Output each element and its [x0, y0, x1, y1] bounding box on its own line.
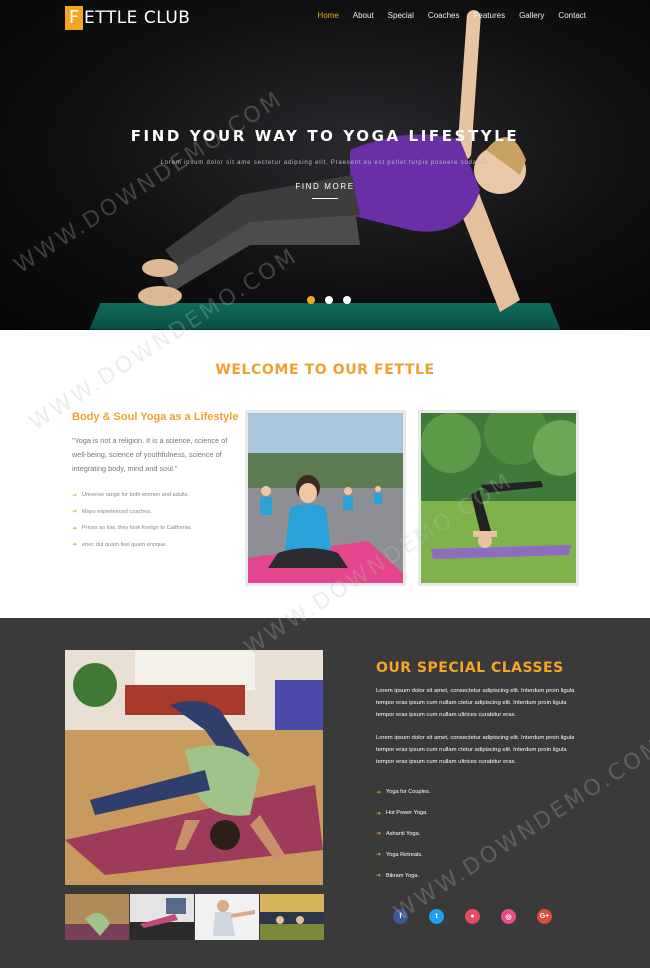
site-logo[interactable]: F ETTLE CLUB: [65, 6, 190, 30]
list-item: ➜ Mayo experienced coaches.: [72, 508, 152, 516]
yoga-class-photo: [245, 410, 406, 586]
dribbble-icon[interactable]: ●: [465, 909, 480, 924]
arrow-right-icon: ➜: [72, 492, 78, 499]
special-paragraph: Lorem ipsum dolor sit amet, consectetur …: [376, 688, 575, 718]
special-title: OUR SPECIAL CLASSES: [376, 660, 564, 676]
nav-about[interactable]: About: [353, 11, 374, 20]
arrow-right-icon: ➜: [72, 542, 78, 549]
class-item[interactable]: ➜ Hot Power Yoga.: [376, 803, 430, 824]
list-item: ➜ enec dut quam feel quam enoque.: [72, 541, 167, 549]
nav-special[interactable]: Special: [388, 11, 414, 20]
special-paragraph: Lorem ipsum dolor sit amet, consectetur …: [376, 735, 575, 765]
hero-subtitle: Lorem ipsum dolor sit ame sectetur adips…: [160, 160, 490, 166]
slider-dot-3[interactable]: [343, 296, 351, 304]
arrow-right-icon: ➜: [376, 789, 382, 796]
social-links: f t ● ◎ G+: [393, 909, 552, 924]
slider-dot-1[interactable]: [307, 296, 315, 304]
special-class-photo: [65, 650, 323, 885]
welcome-title: WELCOME TO OUR FETTLE: [215, 362, 435, 378]
instagram-icon[interactable]: ◎: [501, 909, 516, 924]
arrow-right-icon: ➜: [376, 852, 382, 859]
nav-gallery[interactable]: Gallery: [519, 11, 544, 20]
arrow-right-icon: ➜: [376, 810, 382, 817]
arrow-right-icon: ➜: [376, 831, 382, 838]
gallery-thumb-1[interactable]: [65, 894, 129, 940]
slider-dots: [307, 296, 351, 304]
hero-section: F ETTLE CLUB Home About Special Coaches …: [0, 0, 650, 330]
class-list: ➜ Yoga for Couples. ➜ Hot Power Yoga. ➜ Ash…: [376, 782, 430, 886]
welcome-feature-list: ➜ Universe range for both women and adult…: [72, 487, 192, 553]
main-nav: Home About Special Coaches Features Gall…: [317, 11, 586, 20]
google-plus-icon[interactable]: G+: [537, 909, 552, 924]
hero-title: FIND YOUR WAY TO YOGA LIFESTYLE: [130, 127, 520, 145]
arrow-right-icon: ➜: [72, 525, 78, 532]
class-item[interactable]: ➜ Yoga for Couples.: [376, 782, 430, 803]
find-more-button[interactable]: FIND MORE: [290, 182, 360, 199]
slider-dot-2[interactable]: [325, 296, 333, 304]
nav-coaches[interactable]: Coaches: [428, 11, 460, 20]
twitter-icon[interactable]: t: [429, 909, 444, 924]
nav-features[interactable]: Features: [474, 11, 506, 20]
nav-home[interactable]: Home: [317, 11, 338, 20]
gallery-thumb-2[interactable]: [130, 894, 194, 940]
logo-initial: F: [65, 6, 83, 30]
facebook-icon[interactable]: f: [393, 909, 408, 924]
logo-text: ETTLE CLUB: [84, 8, 191, 28]
class-item[interactable]: ➜ Ashanti Yoga.: [376, 824, 430, 845]
welcome-quote: "Yoga is not a religion. It is a science…: [72, 436, 228, 473]
gallery-thumb-3[interactable]: [195, 894, 259, 940]
outdoor-yoga-photo: [418, 410, 579, 586]
welcome-subtitle: Body & Soul Yoga as a Lifestyle: [72, 411, 239, 423]
welcome-section: WELCOME TO OUR FETTLE Body & Soul Yoga a…: [0, 330, 650, 618]
class-item[interactable]: ➜ Bikram Yoga.: [376, 865, 430, 886]
nav-contact[interactable]: Contact: [558, 11, 586, 20]
class-item[interactable]: ➜ Yoga Retreats.: [376, 844, 430, 865]
list-item: ➜ Prices so low, they look foreign to Cal…: [72, 525, 192, 532]
special-classes-section: OUR SPECIAL CLASSES Lorem ipsum dolor si…: [0, 618, 650, 968]
arrow-right-icon: ➜: [376, 873, 382, 880]
gallery-thumb-4[interactable]: [260, 894, 324, 940]
gallery-thumbnails: [65, 894, 324, 940]
arrow-right-icon: ➜: [72, 509, 78, 516]
list-item: ➜ Universe range for both women and adult…: [72, 492, 189, 499]
